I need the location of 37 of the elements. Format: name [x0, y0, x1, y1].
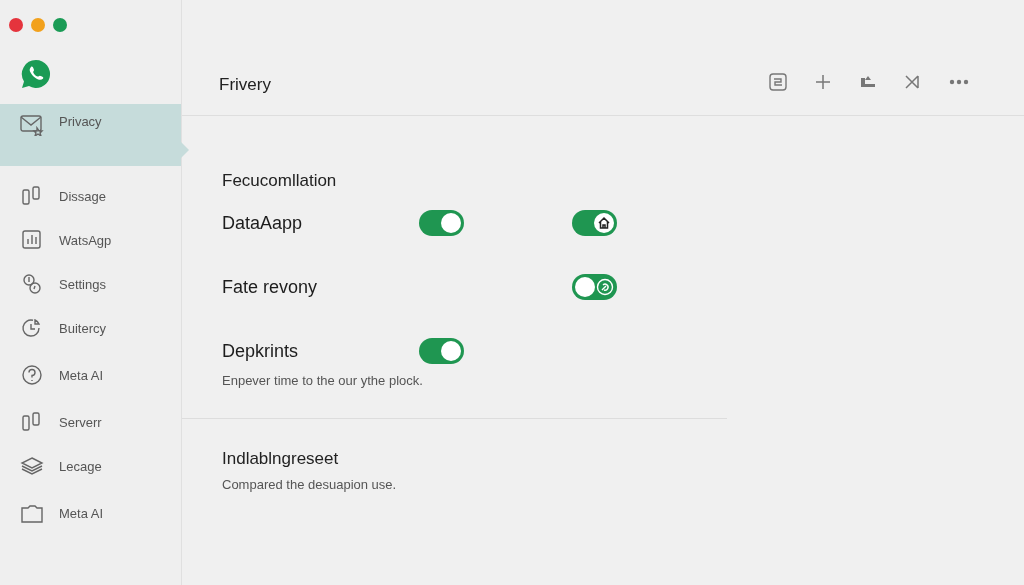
page-title: Frivery [219, 75, 271, 95]
sidebar-item[interactable]: Serverr [0, 400, 181, 444]
more-icon[interactable] [949, 79, 969, 85]
arrow-icon[interactable] [859, 74, 877, 90]
setting-label: DataAapp [222, 212, 304, 234]
section-description: Compared the desuapion use. [222, 477, 398, 492]
toggle-switch[interactable] [419, 210, 464, 236]
section-title: Indlablngreseet [222, 449, 340, 469]
sidebar-item[interactable]: Buitercy [0, 306, 181, 350]
sidebar-item[interactable]: Settings [0, 262, 181, 306]
split-icon[interactable] [905, 74, 921, 90]
chart-icon [20, 229, 44, 251]
coins-icon [20, 273, 44, 295]
close-button[interactable] [9, 18, 23, 32]
chat-logo-icon [20, 58, 52, 90]
sidebar-item[interactable]: WatsAgp [0, 218, 181, 262]
sidebar-item[interactable]: Lecage [0, 444, 181, 488]
sidebar-item[interactable]: Privacy [0, 104, 189, 166]
add-icon[interactable] [815, 74, 831, 90]
folder-icon [20, 502, 44, 524]
setting-label: Depkrints [222, 340, 300, 362]
setting-label: Fate revony [222, 276, 319, 298]
question-icon [20, 364, 44, 386]
house-icon [597, 216, 611, 230]
setting-description: Enpever time to the our ythe plock. [222, 373, 424, 388]
layers-icon [20, 455, 44, 477]
sidebar-item[interactable]: Dissage [0, 174, 181, 218]
maximize-button[interactable] [53, 18, 67, 32]
toggle-switch[interactable] [572, 274, 617, 300]
sidebar-item[interactable]: Meta AI [0, 488, 181, 538]
section-title: Fecucomllation [222, 171, 338, 191]
sidebar-item[interactable]: Meta AI [0, 350, 181, 400]
mail-icon [20, 114, 44, 136]
toggle-switch[interactable] [572, 210, 617, 236]
note-icon[interactable] [769, 73, 787, 91]
refresh-icon [596, 278, 614, 296]
toggle-switch[interactable] [419, 338, 464, 364]
